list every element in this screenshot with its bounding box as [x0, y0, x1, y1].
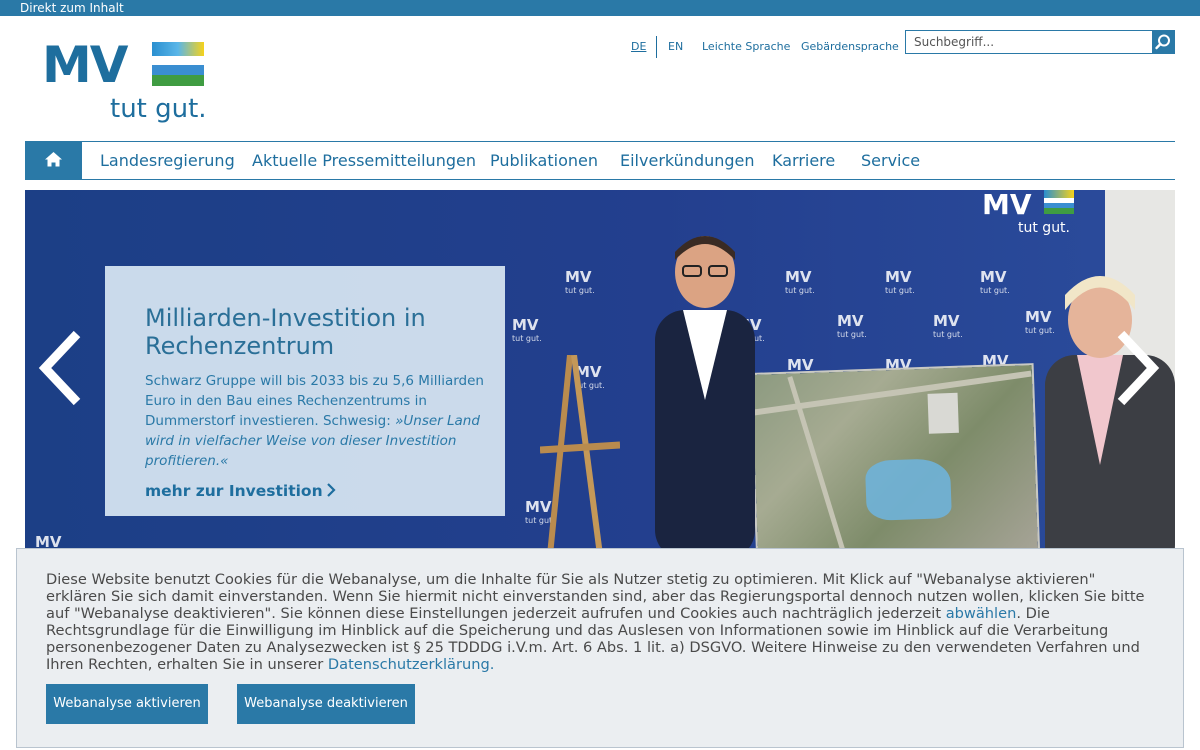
hero-wall-flag-icon [1044, 190, 1074, 214]
logo-mark: MV [42, 36, 128, 94]
home-button[interactable] [25, 142, 82, 179]
activate-analytics-button[interactable]: Webanalyse aktivieren [46, 684, 208, 724]
language-en-link[interactable]: EN [668, 40, 683, 53]
hero-more-link[interactable]: mehr zur Investition [145, 482, 336, 500]
gebaerdensprache-link[interactable]: Gebärdensprache [801, 40, 899, 53]
logo-flag-icon [152, 42, 204, 86]
slider-next-button[interactable] [1107, 328, 1163, 408]
nav-item-service[interactable]: Service [861, 142, 920, 179]
cookie-optout-link[interactable]: abwählen [946, 605, 1017, 622]
chevron-left-icon [38, 330, 81, 406]
hero-teaser-text: Schwarz Gruppe will bis 2033 bis zu 5,6 … [145, 371, 490, 471]
skip-link-bar: Direkt zum Inhalt [0, 0, 1200, 16]
search-icon [1155, 34, 1170, 50]
cookie-banner: Diese Website benutzt Cookies für die We… [16, 548, 1184, 748]
site-logo[interactable]: MV tut gut. [42, 40, 212, 126]
search-input[interactable] [906, 31, 1142, 53]
pattern-logo: MVtut gut. [980, 268, 1010, 296]
privacy-policy-link[interactable]: Datenschutzerklärung. [328, 656, 494, 673]
person-image [655, 236, 755, 550]
hero-wall-logo: MV tut gut. [982, 190, 1077, 240]
chevron-right-icon [326, 483, 336, 497]
pattern-logo: MVtut gut. [565, 268, 595, 296]
search-box [905, 30, 1175, 54]
slider-prev-button[interactable] [35, 328, 91, 408]
chevron-right-icon [1117, 330, 1160, 406]
hero-teaser-box: Milliarden-Investition in Rechenzentrum … [105, 266, 505, 516]
main-navigation: Landesregierung Aktuelle Pressemitteilun… [25, 141, 1175, 180]
hero-wall-logo-claim: tut gut. [1018, 220, 1071, 236]
language-divider [656, 36, 657, 58]
nav-item-karriere[interactable]: Karriere [772, 142, 835, 179]
nav-item-eilverkuendungen[interactable]: Eilverkündungen [620, 142, 755, 179]
home-icon [45, 152, 62, 167]
pattern-logo: MVtut gut. [885, 268, 915, 296]
cookie-text: Diese Website benutzt Cookies für die We… [46, 571, 1156, 673]
hero-wall-logo-mark: MV [982, 190, 1032, 221]
nav-item-publikationen[interactable]: Publikationen [490, 142, 598, 179]
leichte-sprache-link[interactable]: Leichte Sprache [702, 40, 790, 53]
search-button[interactable] [1152, 31, 1174, 53]
pattern-logo: MVtut gut. [837, 312, 867, 340]
pattern-logo: MVtut gut. [512, 316, 542, 344]
deactivate-analytics-button[interactable]: Webanalyse deaktivieren [237, 684, 415, 724]
nav-item-landesregierung[interactable]: Landesregierung [100, 142, 235, 179]
hero-title: Milliarden-Investition in Rechenzentrum [145, 304, 426, 360]
hero-more-link-label: mehr zur Investition [145, 482, 323, 500]
skip-to-content-link[interactable]: Direkt zum Inhalt [20, 0, 124, 16]
logo-claim: tut gut. [110, 94, 207, 124]
nav-item-pressemitteilungen[interactable]: Aktuelle Pressemitteilungen [252, 142, 476, 179]
pattern-logo: MVtut gut. [933, 312, 963, 340]
hero-slider: MV tut gut. MV tut gut. MV tut gut. MV tut g… [25, 190, 1175, 550]
language-de-link[interactable]: DE [631, 40, 646, 53]
